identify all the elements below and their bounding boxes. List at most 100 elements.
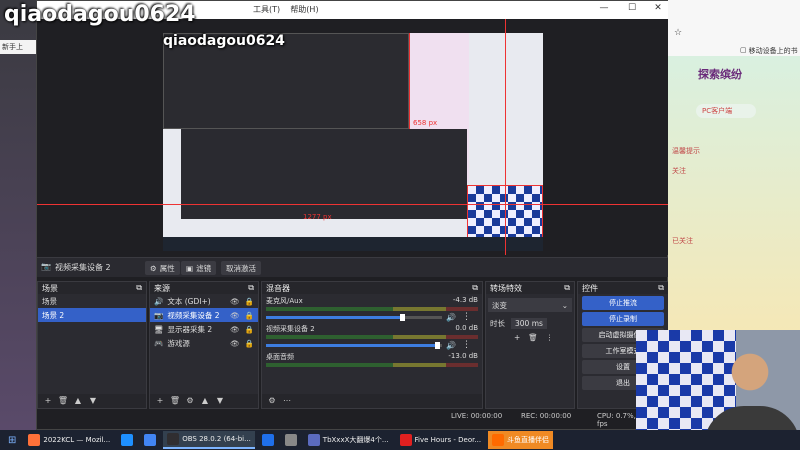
taskbar-app[interactable] <box>281 431 301 449</box>
scenes-dock: 场景 ⧉ 场景 场景 2 + 🗑 ▲ ▼ <box>37 281 147 409</box>
mixer-dock: 混音器 ⧉ 麦克风/Aux -4.3 dB 🔊 ⋮ 视频采集设备 2 0.0 dB 🔊… <box>261 281 483 409</box>
deactivate-label: 取消激活 <box>226 263 256 273</box>
taskbar-app[interactable] <box>117 431 137 449</box>
volume-slider[interactable] <box>266 313 442 321</box>
add-icon[interactable]: + <box>514 333 520 342</box>
scene-item-selected[interactable]: 场景 2 <box>38 308 146 322</box>
preview-area[interactable]: 658 px 1277 px qiaodagou0624 <box>37 19 669 255</box>
guide-line-horizontal <box>37 204 669 205</box>
filters-button[interactable]: ▣ 滤镜 <box>181 261 217 275</box>
trash-icon[interactable]: 🗑 <box>57 395 69 406</box>
deactivate-button[interactable]: 取消激活 <box>221 261 261 275</box>
sources-header: 来源 ⧉ <box>150 282 258 294</box>
chevron-down-icon: ⌄ <box>561 300 568 310</box>
undock-icon[interactable]: ⧉ <box>136 283 142 293</box>
speaker-icon[interactable]: 🔊 <box>446 313 456 322</box>
sources-title: 来源 <box>154 284 170 293</box>
arrow-up-icon[interactable]: ▲ <box>72 395 84 406</box>
lock-icon[interactable]: 🔒 <box>245 311 254 320</box>
volume-slider[interactable] <box>266 341 442 349</box>
start-icon[interactable]: ⊞ <box>4 431 20 449</box>
source-item[interactable]: 🔊 文本 (GDI+) 👁 🔒 <box>150 294 258 308</box>
undock-icon[interactable]: ⧉ <box>472 283 478 293</box>
taskbar-app[interactable]: TbXxxX大翻爆4个... <box>304 431 393 449</box>
source-label: 视频采集设备 2 <box>167 310 220 320</box>
person-face <box>720 344 780 424</box>
eye-icon[interactable]: 👁 <box>230 325 240 334</box>
channel-db: -4.3 dB <box>452 296 478 304</box>
channel-db: 0.0 dB <box>455 324 478 332</box>
transition-select[interactable]: 淡变 ⌄ <box>488 298 572 312</box>
app-label: 斗鱼直播伴侣 <box>507 436 550 444</box>
source-label: 文本 (GDI+) <box>167 296 211 306</box>
rec-status: REC: 00:00:00 <box>521 412 572 420</box>
pc-client-button[interactable]: PC客户端 <box>696 104 756 118</box>
channel-name: 桌面音频 <box>266 353 294 361</box>
scenes-footer: + 🗑 ▲ ▼ <box>38 394 146 408</box>
gear-icon[interactable]: ⚙ <box>266 395 278 406</box>
app-label: TbXxxX大翻爆4个... <box>322 436 389 444</box>
maximize-icon[interactable]: ☐ <box>625 3 639 17</box>
undock-icon[interactable]: ⧉ <box>564 283 570 293</box>
transitions-dock: 转场特效 ⧉ 淡变 ⌄ 时长 300 ms + 🗑 ⋮ <box>485 281 575 409</box>
background-browser-left: 新手上 <box>0 0 36 430</box>
taskbar-app[interactable]: OBS 28.0.2 (64-bi... <box>163 431 255 449</box>
arrow-down-icon[interactable]: ▼ <box>87 395 99 406</box>
menu-dots-icon[interactable]: ⋮ <box>462 340 471 350</box>
taskbar-app[interactable]: Five Hours - Deor... <box>396 431 486 449</box>
close-icon[interactable]: ✕ <box>651 3 665 17</box>
arrow-down-icon[interactable]: ▼ <box>214 395 226 406</box>
followed-line: 已关注 <box>672 237 693 245</box>
trash-icon[interactable]: 🗑 <box>528 333 538 342</box>
menu-dots-icon[interactable]: ⋮ <box>462 312 471 322</box>
app-icon <box>492 434 505 446</box>
follow-line: 关注 <box>672 167 686 175</box>
gear-icon[interactable]: ⚙ <box>184 395 196 406</box>
taskbar-app[interactable] <box>140 431 160 449</box>
stop-streaming-button[interactable]: 停止推流 <box>582 296 664 310</box>
taskbar-app[interactable]: 2022KCL — Mozil... <box>24 431 114 449</box>
add-icon[interactable]: + <box>154 395 166 406</box>
lock-icon[interactable]: 🔒 <box>245 339 254 348</box>
menu-dots-icon[interactable]: ⋮ <box>546 333 554 342</box>
app-label: Five Hours - Deor... <box>414 436 482 444</box>
add-icon[interactable]: + <box>42 395 54 406</box>
undock-icon[interactable]: ⧉ <box>248 283 254 293</box>
source-label: 游戏源 <box>167 338 190 348</box>
undock-icon[interactable]: ⧉ <box>658 283 664 293</box>
watermark-large: qiaodagou0624 <box>4 2 196 27</box>
trash-icon[interactable]: 🗑 <box>169 395 181 406</box>
eye-icon[interactable]: 👁 <box>230 311 240 320</box>
app-icon <box>28 434 41 446</box>
source-label: 显示器采集 2 <box>167 324 213 334</box>
transitions-title: 转场特效 <box>490 284 522 293</box>
star-icon[interactable]: ☆ <box>674 28 682 38</box>
menu-help[interactable]: 帮助(H) <box>290 5 318 14</box>
source-toolbar: 📷 视频采集设备 2 ⚙ 属性 ▣ 滤镜 取消激活 <box>37 257 669 277</box>
stop-recording-button[interactable]: 停止录制 <box>582 312 664 326</box>
arrow-up-icon[interactable]: ▲ <box>199 395 211 406</box>
live-status: LIVE: 00:00:00 <box>451 412 503 420</box>
minimize-icon[interactable]: — <box>597 3 611 17</box>
properties-button[interactable]: ⚙ 属性 <box>145 261 180 275</box>
menu-tools[interactable]: 工具(T) <box>253 5 280 14</box>
source-item[interactable]: 🎮 游戏源 👁 🔒 <box>150 336 258 350</box>
lock-icon[interactable]: 🔒 <box>245 325 254 334</box>
duration-input[interactable]: 300 ms <box>511 317 547 329</box>
preview-canvas[interactable]: 658 px 1277 px <box>163 33 543 251</box>
taskbar-app[interactable]: 斗鱼直播伴侣 <box>488 431 554 449</box>
taskbar-app[interactable] <box>258 431 278 449</box>
lock-icon[interactable]: 🔒 <box>245 297 254 306</box>
size-label-height: 658 px <box>413 119 438 127</box>
controls-header: 控件 ⧉ <box>578 282 668 294</box>
source-item[interactable]: 🖥 显示器采集 2 👁 🔒 <box>150 322 258 336</box>
eye-icon[interactable]: 👁 <box>230 297 240 306</box>
eye-icon[interactable]: 👁 <box>230 339 240 348</box>
menu-dots-icon[interactable]: ⋯ <box>281 395 293 406</box>
scene-item[interactable]: 场景 <box>38 294 146 308</box>
volume-meter <box>266 363 478 367</box>
source-item-selected[interactable]: 📷 视频采集设备 2 👁 🔒 <box>150 308 258 322</box>
browser-tab[interactable]: 新手上 <box>0 40 36 54</box>
speaker-icon[interactable]: 🔊 <box>446 341 456 350</box>
windows-taskbar: ⊞ 2022KCL — Mozil... OBS 28.0.2 (64-bi...… <box>0 430 800 450</box>
